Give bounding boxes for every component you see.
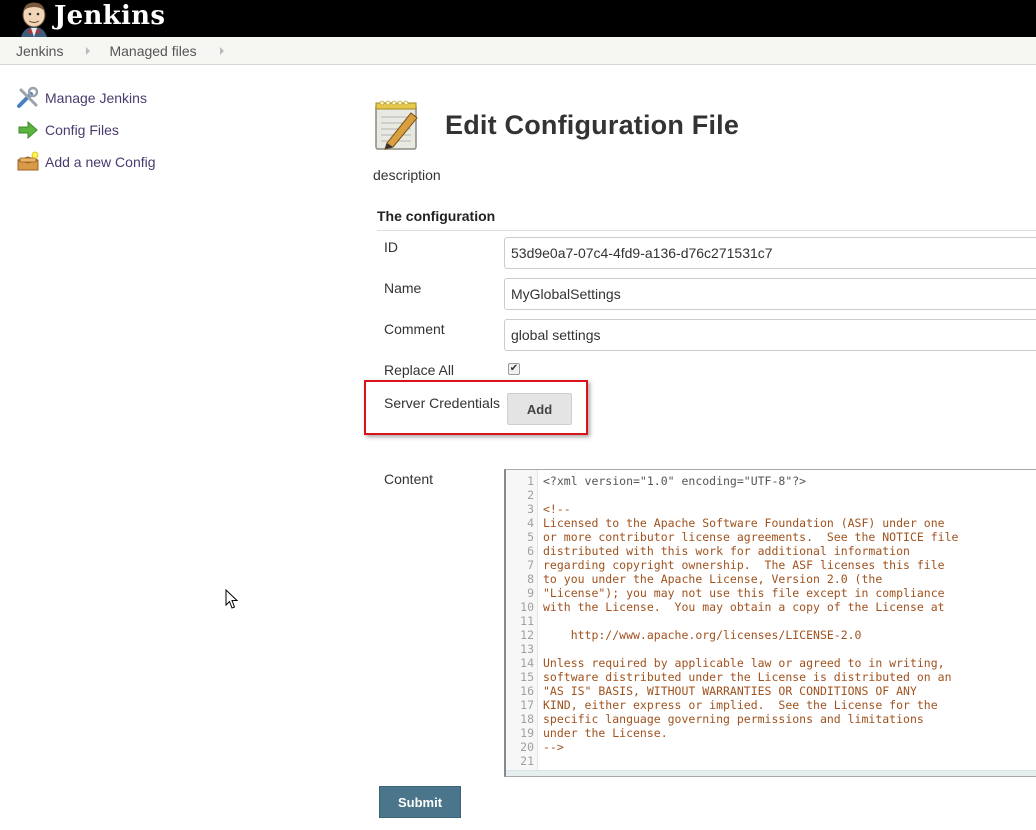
line-text: software distributed under the License i… [543,670,952,684]
line-number: 11 [520,614,534,628]
line-number: 7 [527,558,534,572]
line-number: 9 [527,586,534,600]
description-text: description [373,167,441,183]
line-number: 18 [520,712,534,726]
line-number: 14 [520,656,534,670]
tools-icon [17,86,39,108]
name-field[interactable] [504,278,1036,310]
line-number: 8 [527,572,534,586]
line-number: 3 [527,502,534,516]
page-heading: Edit Configuration File [373,96,1036,154]
line-text: Licensed to the Apache Software Foundati… [543,516,945,530]
line-text: distributed with this work for additiona… [543,544,910,558]
replace-all-label: Replace All [384,362,455,378]
line-number: 5 [527,530,534,544]
sidebar-item-manage-jenkins[interactable]: Manage Jenkins [16,82,236,114]
jenkins-logo-text: Jenkins [54,0,166,31]
line-number: 4 [527,516,534,530]
line-text: "AS IS" BASIS, WITHOUT WARRANTIES OR CON… [543,684,917,698]
line-text: KIND, either express or implied. See the… [543,698,938,712]
comment-field[interactable] [504,319,1036,351]
line-text: or more contributor license agreements. … [543,530,959,544]
line-text: <?xml version="1.0" encoding="UTF-8"?> [543,474,807,488]
sidebar-item-config-files[interactable]: Config Files [16,114,236,146]
line-text: <!-- [543,502,571,516]
line-number: 10 [520,600,534,614]
breadcrumb-managed-files[interactable]: Managed files [109,43,196,59]
editor-resize-bar[interactable] [506,770,1036,776]
line-number: 1 [527,474,534,488]
sidebar-item-label[interactable]: Config Files [45,122,119,138]
line-text: with the License. You may obtain a copy … [543,600,945,614]
breadcrumb: Jenkins Managed files [0,37,1036,65]
line-number: 20 [520,740,534,754]
breadcrumb-separator-icon[interactable] [86,46,91,55]
breadcrumb-separator-icon[interactable] [219,46,224,55]
green-arrow-icon [18,120,38,140]
section-header: The configuration [377,208,1036,231]
line-text: regarding copyright ownership. The ASF l… [543,558,945,572]
main-panel: Edit Configuration File description The … [364,96,1036,818]
line-number: 6 [527,544,534,558]
line-text: http://www.apache.org/licenses/LICENSE-2… [543,628,862,642]
line-number: 21 [520,754,534,768]
content-label: Content [384,471,434,487]
content-editor[interactable]: 1 <?xml version="1.0" encoding="UTF-8"?> 2… [504,469,1036,777]
line-text: under the License. [543,726,668,740]
server-credentials-label: Server Credentials [384,395,500,411]
mouse-pointer-icon [225,589,238,609]
line-number: 12 [520,628,534,642]
line-number: 2 [527,488,534,502]
sidebar-item-add-new-config[interactable]: Add a new Config [16,146,236,178]
id-label: ID [384,239,398,255]
top-header: Jenkins [0,0,1036,37]
name-label: Name [384,280,422,296]
line-text: --> [543,740,564,754]
add-credentials-button[interactable]: Add [507,393,572,425]
line-number: 13 [520,642,534,656]
breadcrumb-jenkins[interactable]: Jenkins [16,43,63,59]
line-number: 19 [520,726,534,740]
line-text: specific language governing permissions … [543,712,924,726]
line-number: 15 [520,670,534,684]
comment-label: Comment [384,321,445,337]
jenkins-butler-icon [21,2,47,37]
checkmark-icon: ✔ [509,363,519,374]
sidebar-item-label[interactable]: Add a new Config [45,154,156,170]
line-text: "License"); you may not use this file ex… [543,586,945,600]
line-text: to you under the Apache License, Version… [543,572,883,586]
line-text: Unless required by applicable law or agr… [543,656,945,670]
sidebar-item-label[interactable]: Manage Jenkins [45,90,147,106]
jenkins-home-link[interactable]: Jenkins [16,0,165,37]
new-package-icon [17,151,39,171]
submit-button[interactable]: Submit [379,786,461,818]
side-panel: Manage Jenkins Config Files Add a new Co… [16,82,236,178]
replace-all-checkbox[interactable]: ✔ [508,363,520,375]
notepad-edit-icon [375,100,418,150]
id-field[interactable] [504,237,1036,269]
line-number: 17 [520,698,534,712]
page-title: Edit Configuration File [445,109,740,140]
line-number: 16 [520,684,534,698]
